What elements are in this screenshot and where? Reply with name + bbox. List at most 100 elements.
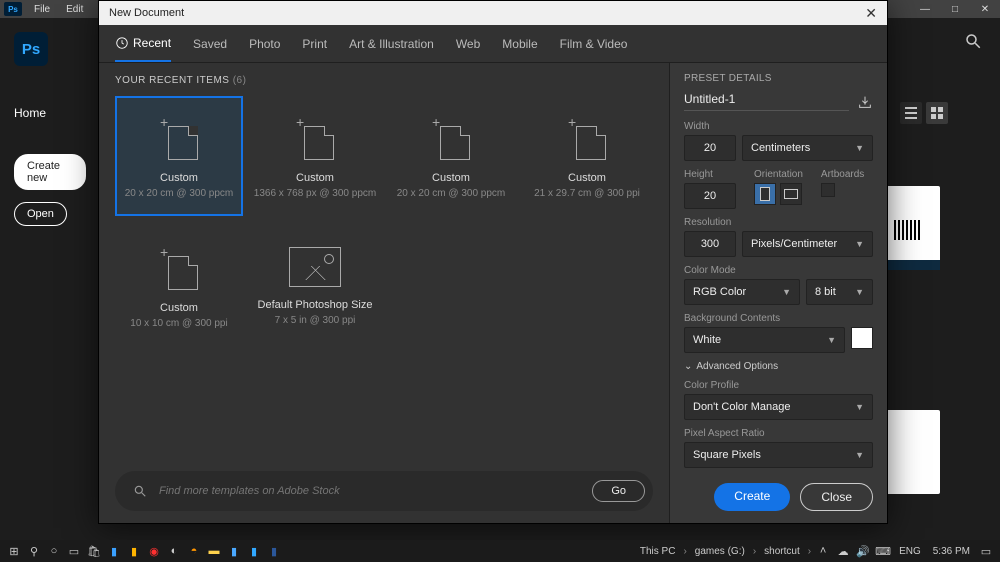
view-list-button[interactable]	[900, 102, 922, 124]
preset-item[interactable]: +Custom21 x 29.7 cm @ 300 ppi	[523, 96, 651, 216]
chrome-icon[interactable]: ◐	[164, 542, 184, 560]
start-button[interactable]: ⊞	[4, 542, 24, 560]
breadcrumb-item[interactable]: This PC	[634, 546, 682, 557]
document-icon: +	[564, 114, 610, 160]
preset-dims: 7 x 5 in @ 300 ppi	[275, 315, 356, 326]
document-icon: +	[428, 114, 474, 160]
tray-up-icon[interactable]: ˄	[813, 542, 833, 560]
preset-item[interactable]: +Custom20 x 20 cm @ 300 ppcm	[387, 96, 515, 216]
color-mode-select[interactable]: RGB Color▼	[684, 279, 800, 305]
color-profile-label: Color Profile	[684, 380, 873, 391]
home-search[interactable]	[964, 32, 982, 50]
onedrive-icon[interactable]: ☁	[833, 542, 853, 560]
width-unit-select[interactable]: Centimeters▼	[742, 135, 873, 161]
tab-saved[interactable]: Saved	[193, 27, 227, 61]
category-tabs: Recent Saved Photo Print Art & Illustrat…	[99, 25, 887, 63]
window-close[interactable]: ✕	[970, 4, 1000, 15]
photoshop-icon[interactable]: ▮	[244, 542, 264, 560]
keyboard-icon[interactable]: ⌨	[873, 542, 893, 560]
store-icon[interactable]: 🛍	[84, 542, 104, 560]
preset-item[interactable]: Default Photoshop Size 7 x 5 in @ 300 ppi	[251, 226, 379, 346]
dialog-close-button[interactable]: ✕	[865, 5, 877, 22]
preset-item[interactable]: +Custom1366 x 768 px @ 300 ppcm	[251, 96, 379, 216]
tab-film[interactable]: Film & Video	[560, 27, 628, 61]
tab-print[interactable]: Print	[302, 27, 327, 61]
stock-search-input[interactable]	[159, 485, 580, 497]
preset-item[interactable]: +Custom10 x 10 cm @ 300 ppi	[115, 226, 243, 346]
tab-photo[interactable]: Photo	[249, 27, 280, 61]
word-icon[interactable]: ▮	[264, 542, 284, 560]
taskbar: ⊞ ⚲ ○ ▭ 🛍 ▮ ▮ ◉ ◐ ◓ ▬ ▮ ▮ ▮ This PC› gam…	[0, 540, 1000, 562]
clock[interactable]: 5:36 PM	[927, 546, 976, 557]
par-label: Pixel Aspect Ratio	[684, 428, 873, 439]
clock-icon	[115, 36, 129, 50]
language-indicator[interactable]: ENG	[893, 546, 927, 557]
chevron-down-icon: ⌄	[684, 361, 692, 372]
orientation-label: Orientation	[754, 169, 803, 180]
search-icon	[133, 484, 147, 498]
color-profile-select[interactable]: Don't Color Manage▼	[684, 394, 873, 420]
bg-swatch[interactable]	[851, 327, 873, 349]
grid-icon	[931, 107, 943, 119]
list-icon	[905, 107, 917, 119]
save-preset-icon[interactable]	[857, 94, 873, 110]
close-button[interactable]: Close	[800, 483, 873, 511]
tab-mobile[interactable]: Mobile	[502, 27, 537, 61]
preset-dims: 20 x 20 cm @ 300 ppcm	[125, 188, 234, 199]
document-name-input[interactable]: Untitled-1	[684, 92, 849, 111]
create-new-button[interactable]: Create new	[14, 154, 86, 190]
orientation-landscape[interactable]	[780, 183, 802, 205]
tab-art[interactable]: Art & Illustration	[349, 27, 434, 61]
window-maximize[interactable]: □	[940, 4, 970, 15]
view-toggle	[900, 102, 948, 124]
volume-icon[interactable]: 🔊	[853, 542, 873, 560]
menu-file[interactable]: File	[26, 4, 58, 15]
app-icon[interactable]: ▮	[224, 542, 244, 560]
stock-search-bar: Go	[115, 471, 653, 511]
width-input[interactable]: 20	[684, 135, 736, 161]
resolution-label: Resolution	[684, 217, 873, 228]
par-select[interactable]: Square Pixels▼	[684, 442, 873, 468]
breadcrumb-item[interactable]: shortcut	[758, 546, 806, 557]
tab-label: Recent	[133, 36, 171, 50]
advanced-options-toggle[interactable]: ⌄ Advanced Options	[684, 361, 873, 372]
taskbar-search[interactable]: ⚲	[24, 542, 44, 560]
breadcrumb-item[interactable]: games (G:)	[689, 546, 751, 557]
notifications-icon[interactable]: ▭	[976, 542, 996, 560]
view-grid-button[interactable]	[926, 102, 948, 124]
cortana-icon[interactable]: ○	[44, 542, 64, 560]
bg-label: Background Contents	[684, 313, 873, 324]
task-view-icon[interactable]: ▭	[64, 542, 84, 560]
height-input[interactable]: 20	[684, 183, 736, 209]
dialog-title: New Document	[109, 7, 184, 19]
tab-web[interactable]: Web	[456, 27, 480, 61]
ps-badge-icon: Ps	[4, 2, 22, 16]
window-minimize[interactable]: —	[910, 4, 940, 15]
color-mode-label: Color Mode	[684, 265, 873, 276]
app-icon[interactable]: ◉	[144, 542, 164, 560]
bg-select[interactable]: White▼	[684, 327, 845, 353]
app-icon[interactable]: ▮	[124, 542, 144, 560]
orientation-portrait[interactable]	[754, 183, 776, 205]
new-document-dialog: New Document ✕ Recent Saved Photo Print …	[98, 0, 888, 524]
open-button[interactable]: Open	[14, 202, 67, 226]
tab-recent[interactable]: Recent	[115, 26, 171, 62]
preset-name: Default Photoshop Size	[258, 299, 373, 311]
preset-item[interactable]: +Custom20 x 20 cm @ 300 ppcm	[115, 96, 243, 216]
home-label[interactable]: Home	[14, 106, 86, 120]
resolution-unit-select[interactable]: Pixels/Centimeter▼	[742, 231, 873, 257]
resolution-input[interactable]: 300	[684, 231, 736, 257]
folder-icon[interactable]: ▬	[204, 542, 224, 560]
home-sidebar: Ps Home Create new Open	[0, 18, 100, 252]
details-header: PRESET DETAILS	[684, 73, 873, 84]
artboards-checkbox[interactable]	[821, 183, 835, 197]
bit-depth-select[interactable]: 8 bit▼	[806, 279, 873, 305]
presets-pane: YOUR RECENT ITEMS (6) +Custom20 x 20 cm …	[99, 63, 669, 523]
create-button[interactable]: Create	[714, 483, 790, 511]
menu-edit[interactable]: Edit	[58, 4, 91, 15]
firefox-icon[interactable]: ◓	[184, 542, 204, 560]
landscape-icon	[784, 189, 798, 199]
explorer-icon[interactable]: ▮	[104, 542, 124, 560]
preset-name: Custom	[296, 172, 334, 184]
go-button[interactable]: Go	[592, 480, 645, 502]
